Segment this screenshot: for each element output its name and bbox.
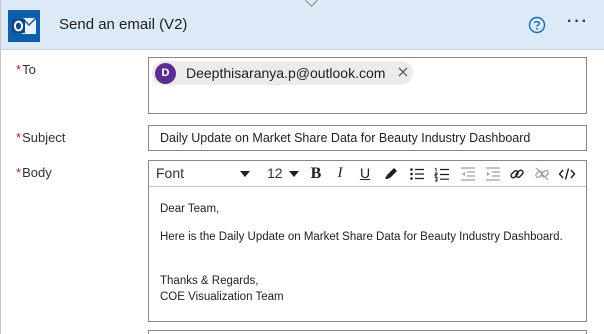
outlook-icon: [8, 10, 40, 42]
body-closing: Thanks & Regards,: [160, 275, 259, 287]
font-size-dropdown[interactable]: 12: [267, 165, 303, 183]
avatar: D: [155, 63, 176, 84]
code-view-button[interactable]: [557, 164, 577, 183]
required-marker: *: [16, 62, 22, 77]
font-family-value: Font: [156, 165, 185, 181]
action-header[interactable]: Send an email (V2) ···: [1, 0, 604, 50]
body-signature: COE Visualization Team: [160, 291, 284, 303]
recipient-chip[interactable]: D Deepthisaranya.p@outlook.com: [152, 61, 413, 85]
code-icon: [558, 168, 576, 180]
more-horizontal-icon[interactable]: ···: [567, 14, 591, 34]
next-field-edge: [148, 330, 587, 334]
font-family-dropdown[interactable]: Font: [156, 165, 254, 183]
to-label: *To: [16, 62, 36, 77]
link-icon: [510, 169, 524, 179]
chevron-down-icon: [289, 171, 299, 177]
subject-label: *Subject: [16, 130, 65, 145]
action-title: Send an email (V2): [59, 16, 188, 33]
subject-field[interactable]: [148, 125, 587, 151]
increase-indent-icon: [486, 167, 500, 181]
subject-label-text: Subject: [22, 130, 66, 145]
decrease-indent-button[interactable]: [458, 164, 478, 183]
required-marker: *: [16, 130, 22, 145]
body-label: *Body: [16, 165, 52, 180]
highlight-button[interactable]: [381, 164, 401, 183]
font-size-value: 12: [267, 165, 283, 181]
body-label-text: Body: [22, 165, 52, 180]
required-marker: *: [16, 165, 22, 180]
unlink-icon: [535, 167, 549, 181]
chevron-down-icon: [240, 171, 250, 177]
subject-input[interactable]: [149, 126, 586, 150]
remove-link-button[interactable]: [532, 164, 552, 183]
decrease-indent-icon: [461, 167, 475, 181]
highlighter-icon: [385, 168, 397, 179]
bulleted-list-icon: [410, 168, 424, 180]
bold-button[interactable]: B: [306, 164, 326, 183]
body-line: Here is the Daily Update on Market Share…: [160, 231, 563, 243]
bulleted-list-button[interactable]: [407, 164, 427, 183]
to-field[interactable]: D Deepthisaranya.p@outlook.com: [148, 57, 587, 114]
numbered-list-icon: [434, 167, 449, 182]
send-email-action-card: Send an email (V2) ··· *To D Deepthisara…: [0, 0, 604, 334]
body-field[interactable]: Font 12 B I U Dear Team, Here is the Dai…: [148, 160, 587, 322]
rich-text-toolbar: Font 12 B I U: [149, 161, 586, 187]
recipient-email: Deepthisaranya.p@outlook.com: [186, 65, 386, 81]
help-circle-icon[interactable]: [528, 16, 546, 34]
underline-button[interactable]: U: [355, 164, 375, 183]
close-icon[interactable]: [396, 65, 410, 79]
connector-arrow-icon: [305, 0, 318, 7]
to-label-text: To: [22, 62, 36, 77]
increase-indent-button[interactable]: [483, 164, 503, 183]
numbered-list-button[interactable]: [432, 164, 452, 183]
body-editor[interactable]: Dear Team, Here is the Daily Update on M…: [160, 201, 580, 305]
body-greeting: Dear Team,: [160, 203, 220, 215]
insert-link-button[interactable]: [507, 164, 527, 183]
italic-button[interactable]: I: [330, 164, 350, 183]
